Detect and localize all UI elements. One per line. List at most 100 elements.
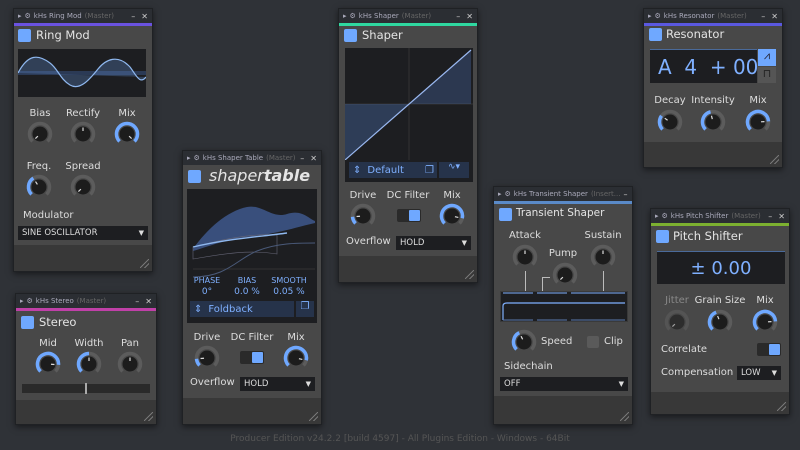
speed-knob[interactable]: [511, 329, 537, 355]
resize-grip-icon[interactable]: [620, 412, 629, 421]
mid-knob[interactable]: [35, 351, 61, 377]
close-icon[interactable]: ✕: [141, 12, 148, 21]
modulator-dropdown[interactable]: SINE OSCILLATOR ▼: [18, 226, 148, 240]
enable-checkbox[interactable]: [499, 208, 512, 221]
minimize-icon[interactable]: –: [768, 212, 772, 221]
sustain-knob[interactable]: [590, 244, 616, 270]
saw-wave-button[interactable]: ⩘: [758, 49, 776, 66]
expand-icon[interactable]: ▸: [187, 154, 191, 162]
minimize-icon[interactable]: –: [131, 12, 135, 21]
resize-grip-icon[interactable]: [770, 155, 779, 164]
width-knob[interactable]: [76, 351, 102, 377]
resize-grip-icon[interactable]: [144, 412, 153, 421]
expand-icon[interactable]: ▸: [498, 190, 502, 198]
bias-label: Bias: [29, 108, 51, 119]
clip-checkbox[interactable]: [587, 336, 599, 348]
enable-checkbox[interactable]: [188, 170, 201, 183]
title-bar[interactable]: ▸ ⚙ kHs Resonator (Master) – ✕: [644, 9, 782, 23]
minimize-icon[interactable]: –: [135, 297, 139, 306]
title-bar[interactable]: ▸ ⚙ kHs Stereo (Master) – ✕: [16, 294, 156, 308]
mix-label: Mix: [749, 95, 767, 106]
rectify-knob[interactable]: [70, 121, 96, 147]
overflow-dropdown[interactable]: HOLD ▼: [396, 236, 471, 250]
phase-value[interactable]: 0°: [202, 287, 212, 297]
sidechain-dropdown[interactable]: OFF ▼: [500, 377, 628, 391]
gear-icon[interactable]: ⚙: [194, 154, 200, 162]
close-icon[interactable]: ✕: [145, 297, 152, 306]
slider-handle[interactable]: [85, 383, 87, 394]
gear-icon[interactable]: ⚙: [25, 12, 31, 20]
gear-icon[interactable]: ⚙: [655, 12, 661, 20]
copy-icon[interactable]: ❐: [425, 165, 437, 176]
title-bar[interactable]: ▸ ⚙ kHs Shaper Table (Master) – ✕: [183, 151, 321, 165]
spread-knob[interactable]: [70, 174, 96, 200]
gear-icon[interactable]: ⚙: [350, 12, 356, 20]
pan-knob[interactable]: [117, 351, 143, 377]
bias-knob[interactable]: [27, 121, 53, 147]
square-wave-button[interactable]: ⊓: [758, 67, 776, 83]
bias-value[interactable]: 0.0 %: [234, 287, 260, 297]
minimize-icon[interactable]: –: [761, 12, 765, 21]
enable-checkbox[interactable]: [344, 29, 357, 42]
expand-icon[interactable]: ▸: [655, 212, 659, 220]
drive-knob[interactable]: [194, 345, 220, 371]
jitter-knob[interactable]: [664, 309, 690, 335]
title-bar[interactable]: ▸ ⚙ kHs Shaper (Master) – ✕: [339, 9, 477, 23]
resize-grip-icon[interactable]: [309, 412, 318, 421]
preset-selector[interactable]: ⇕ Foldback: [190, 301, 294, 317]
overflow-dropdown[interactable]: HOLD ▼: [240, 377, 315, 391]
title-bar[interactable]: ▸ ⚙ kHs Ring Mod (Master) – ✕: [14, 9, 152, 23]
compensation-dropdown[interactable]: LOW ▼: [737, 366, 781, 380]
expand-icon[interactable]: ▸: [648, 12, 652, 20]
mix-knob[interactable]: [745, 109, 771, 135]
close-icon[interactable]: ✕: [778, 212, 785, 221]
window-title: kHs Pitch Shifter: [670, 212, 729, 220]
attack-knob[interactable]: [512, 244, 538, 270]
window-title: kHs Ring Mod: [33, 12, 82, 20]
close-icon[interactable]: ✕: [466, 12, 473, 21]
mix-knob[interactable]: [439, 203, 465, 229]
expand-icon[interactable]: ▸: [20, 297, 24, 305]
enable-checkbox[interactable]: [649, 28, 662, 41]
correlate-toggle[interactable]: [757, 343, 781, 356]
dc-filter-toggle[interactable]: [397, 209, 421, 222]
enable-checkbox[interactable]: [656, 230, 669, 243]
intensity-knob[interactable]: [700, 109, 726, 135]
grain-size-knob[interactable]: [707, 309, 733, 335]
enable-checkbox[interactable]: [18, 29, 31, 42]
mix-knob[interactable]: [752, 309, 778, 335]
knob-indicator: [710, 115, 713, 120]
minimize-icon[interactable]: –: [456, 12, 460, 21]
note-display[interactable]: A 4 + 00: [650, 49, 758, 83]
gear-icon[interactable]: ⚙: [27, 297, 33, 305]
freq-knob[interactable]: [26, 174, 52, 200]
close-icon[interactable]: ✕: [310, 154, 317, 163]
stereo-slider[interactable]: [22, 383, 150, 394]
preset-selector[interactable]: ⇕ Default ❐: [349, 162, 437, 178]
ring-mod-window: ▸ ⚙ kHs Ring Mod (Master) – ✕ Ring Mod Bias R…: [13, 8, 153, 272]
close-icon[interactable]: ✕: [771, 12, 778, 21]
mix-knob[interactable]: [114, 121, 140, 147]
drive-label: Drive: [193, 332, 221, 343]
title-bar[interactable]: ▸⚙kHs Transient Shaper(Insert...–✕: [494, 187, 632, 201]
gear-icon[interactable]: ⚙: [662, 212, 668, 220]
smooth-value[interactable]: 0.05 %: [273, 287, 304, 297]
decay-knob[interactable]: [657, 109, 683, 135]
pump-knob[interactable]: [552, 262, 578, 288]
enable-checkbox[interactable]: [21, 316, 34, 329]
resize-grip-icon[interactable]: [140, 259, 149, 268]
resize-grip-icon[interactable]: [777, 402, 786, 411]
expand-icon[interactable]: ▸: [343, 12, 347, 20]
resize-grip-icon[interactable]: [465, 270, 474, 279]
gear-icon[interactable]: ⚙: [505, 190, 511, 198]
curve-type-dropdown[interactable]: ∿▾: [439, 162, 469, 178]
minimize-icon[interactable]: –: [623, 190, 627, 199]
copy-icon[interactable]: ❐: [296, 301, 314, 317]
pitch-display[interactable]: ± 0.00: [657, 251, 785, 284]
drive-knob[interactable]: [350, 203, 376, 229]
dc-filter-toggle[interactable]: [240, 351, 264, 364]
title-bar[interactable]: ▸ ⚙ kHs Pitch Shifter (Master) – ✕: [651, 209, 789, 223]
expand-icon[interactable]: ▸: [18, 12, 22, 20]
minimize-icon[interactable]: –: [300, 154, 304, 163]
mix-knob[interactable]: [283, 345, 309, 371]
